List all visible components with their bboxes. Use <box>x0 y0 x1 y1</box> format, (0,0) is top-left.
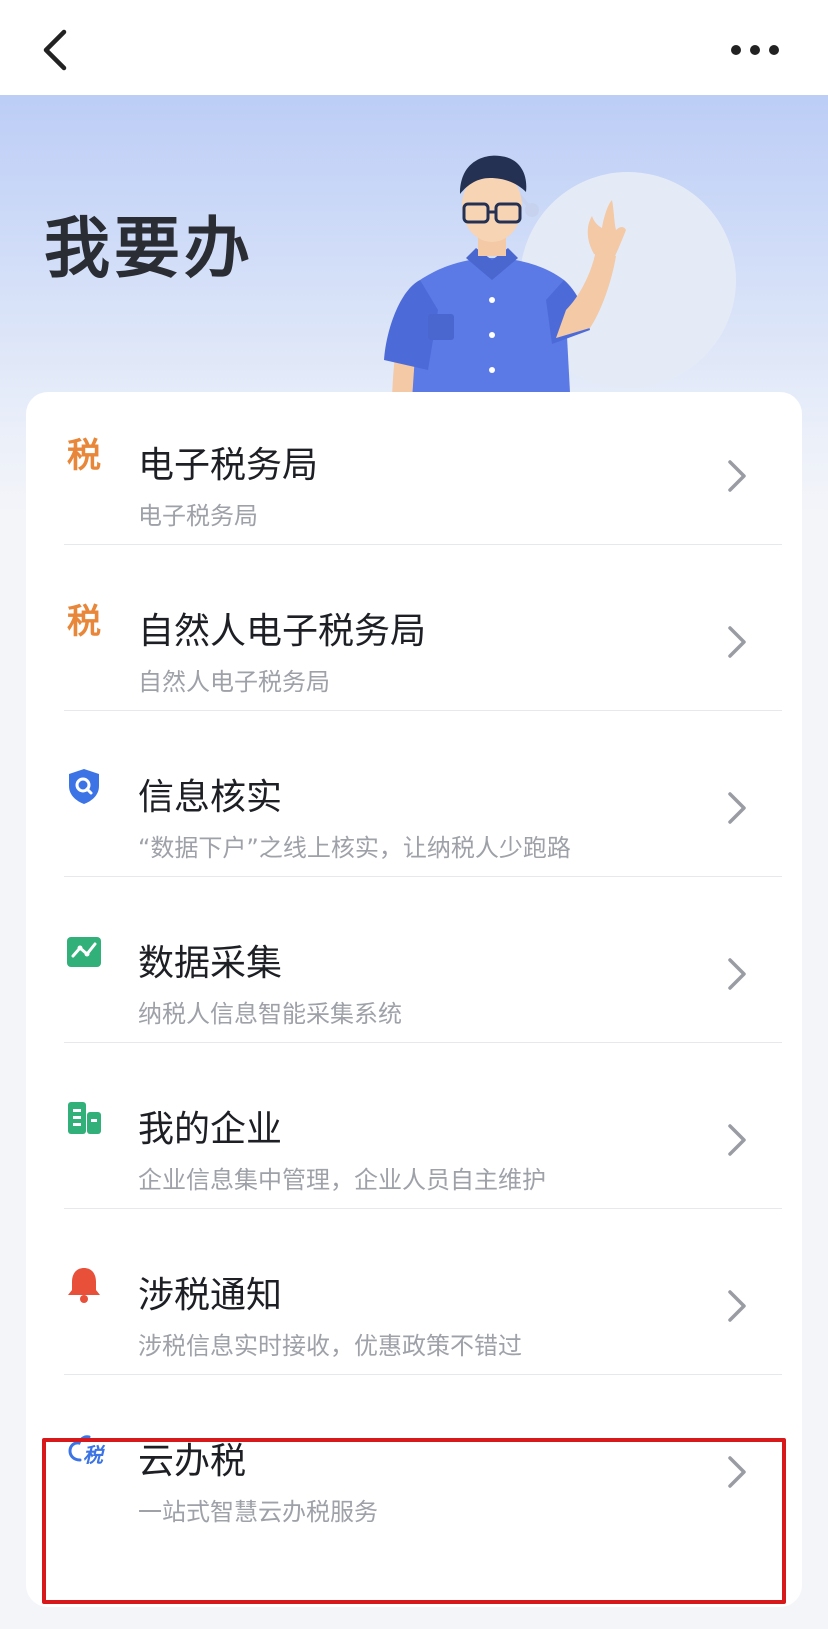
divider <box>64 1208 782 1209</box>
svg-text:税: 税 <box>67 436 101 474</box>
chevron-right-icon <box>728 460 746 492</box>
list-item-subtitle: 自然人电子税务局 <box>138 668 330 696</box>
list-item-title: 云办税 <box>138 1441 247 1482</box>
list-item-subtitle: 涉税信息实时接收，优惠政策不错过 <box>138 1332 522 1360</box>
page-title: 我要办 <box>44 210 254 287</box>
list-item-natural-person-tax-bureau[interactable]: 税 自然人电子税务局 自然人电子税务局 <box>26 558 802 730</box>
chevron-right-icon <box>728 1456 746 1488</box>
list-item-info-verification[interactable]: 信息核实 “数据下户”之线上核实，让纳税人少跑路 <box>26 724 802 896</box>
list-item-title: 我的企业 <box>138 1109 283 1150</box>
service-list-card: 税 电子税务局 电子税务局 税 自然人电子税务局 自然人电子税务局 信息核实 “… <box>26 392 802 1607</box>
chevron-right-icon <box>728 792 746 824</box>
back-button[interactable] <box>30 22 80 78</box>
list-item-title: 信息核实 <box>138 777 283 818</box>
divider <box>64 544 782 545</box>
chevron-left-icon <box>43 29 67 71</box>
svg-text:税: 税 <box>67 602 101 640</box>
bell-icon <box>68 1268 100 1303</box>
chevron-right-icon <box>728 1290 746 1322</box>
divider <box>64 1042 782 1043</box>
chevron-right-icon <box>728 1124 746 1156</box>
divider <box>64 1374 782 1375</box>
ellipsis-icon <box>731 45 779 55</box>
data-collect-icon <box>67 937 101 967</box>
shield-search-icon <box>69 769 99 804</box>
list-item-subtitle: 电子税务局 <box>138 502 258 530</box>
cloud-tax-icon: 税 <box>68 1435 106 1467</box>
tax-orange-icon: 税 <box>67 436 101 474</box>
more-options-button[interactable] <box>720 30 790 70</box>
list-item-subtitle: “数据下户”之线上核实，让纳税人少跑路 <box>138 834 571 862</box>
page: 我要办 税 电子税务局 电子税务局 税 自然人电子税务局 自然人电子税务局 信息… <box>0 0 828 1629</box>
list-item-subtitle: 一站式智慧云办税服务 <box>138 1498 378 1526</box>
list-item-tax-notifications[interactable]: 涉税通知 涉税信息实时接收，优惠政策不错过 <box>26 1222 802 1394</box>
divider <box>64 876 782 877</box>
list-item-my-enterprise[interactable]: 我的企业 企业信息集中管理，企业人员自主维护 <box>26 1056 802 1228</box>
tax-orange-icon: 税 <box>67 602 101 640</box>
list-item-title: 自然人电子税务局 <box>138 611 427 652</box>
svg-text:税: 税 <box>83 1443 106 1467</box>
list-item-data-collection[interactable]: 数据采集 纳税人信息智能采集系统 <box>26 890 802 1062</box>
enterprise-icon <box>68 1102 101 1134</box>
list-item-title: 数据采集 <box>138 943 283 984</box>
chevron-right-icon <box>728 626 746 658</box>
list-item-subtitle: 企业信息集中管理，企业人员自主维护 <box>138 1166 546 1194</box>
list-item-e-tax-bureau[interactable]: 税 电子税务局 电子税务局 <box>26 392 802 564</box>
divider <box>64 710 782 711</box>
list-item-title: 电子税务局 <box>138 445 319 486</box>
list-item-cloud-tax[interactable]: 税 云办税 一站式智慧云办税服务 <box>26 1388 802 1560</box>
top-nav-bar <box>0 0 828 95</box>
list-item-title: 涉税通知 <box>138 1275 283 1316</box>
list-item-subtitle: 纳税人信息智能采集系统 <box>138 1000 402 1028</box>
chevron-right-icon <box>728 958 746 990</box>
